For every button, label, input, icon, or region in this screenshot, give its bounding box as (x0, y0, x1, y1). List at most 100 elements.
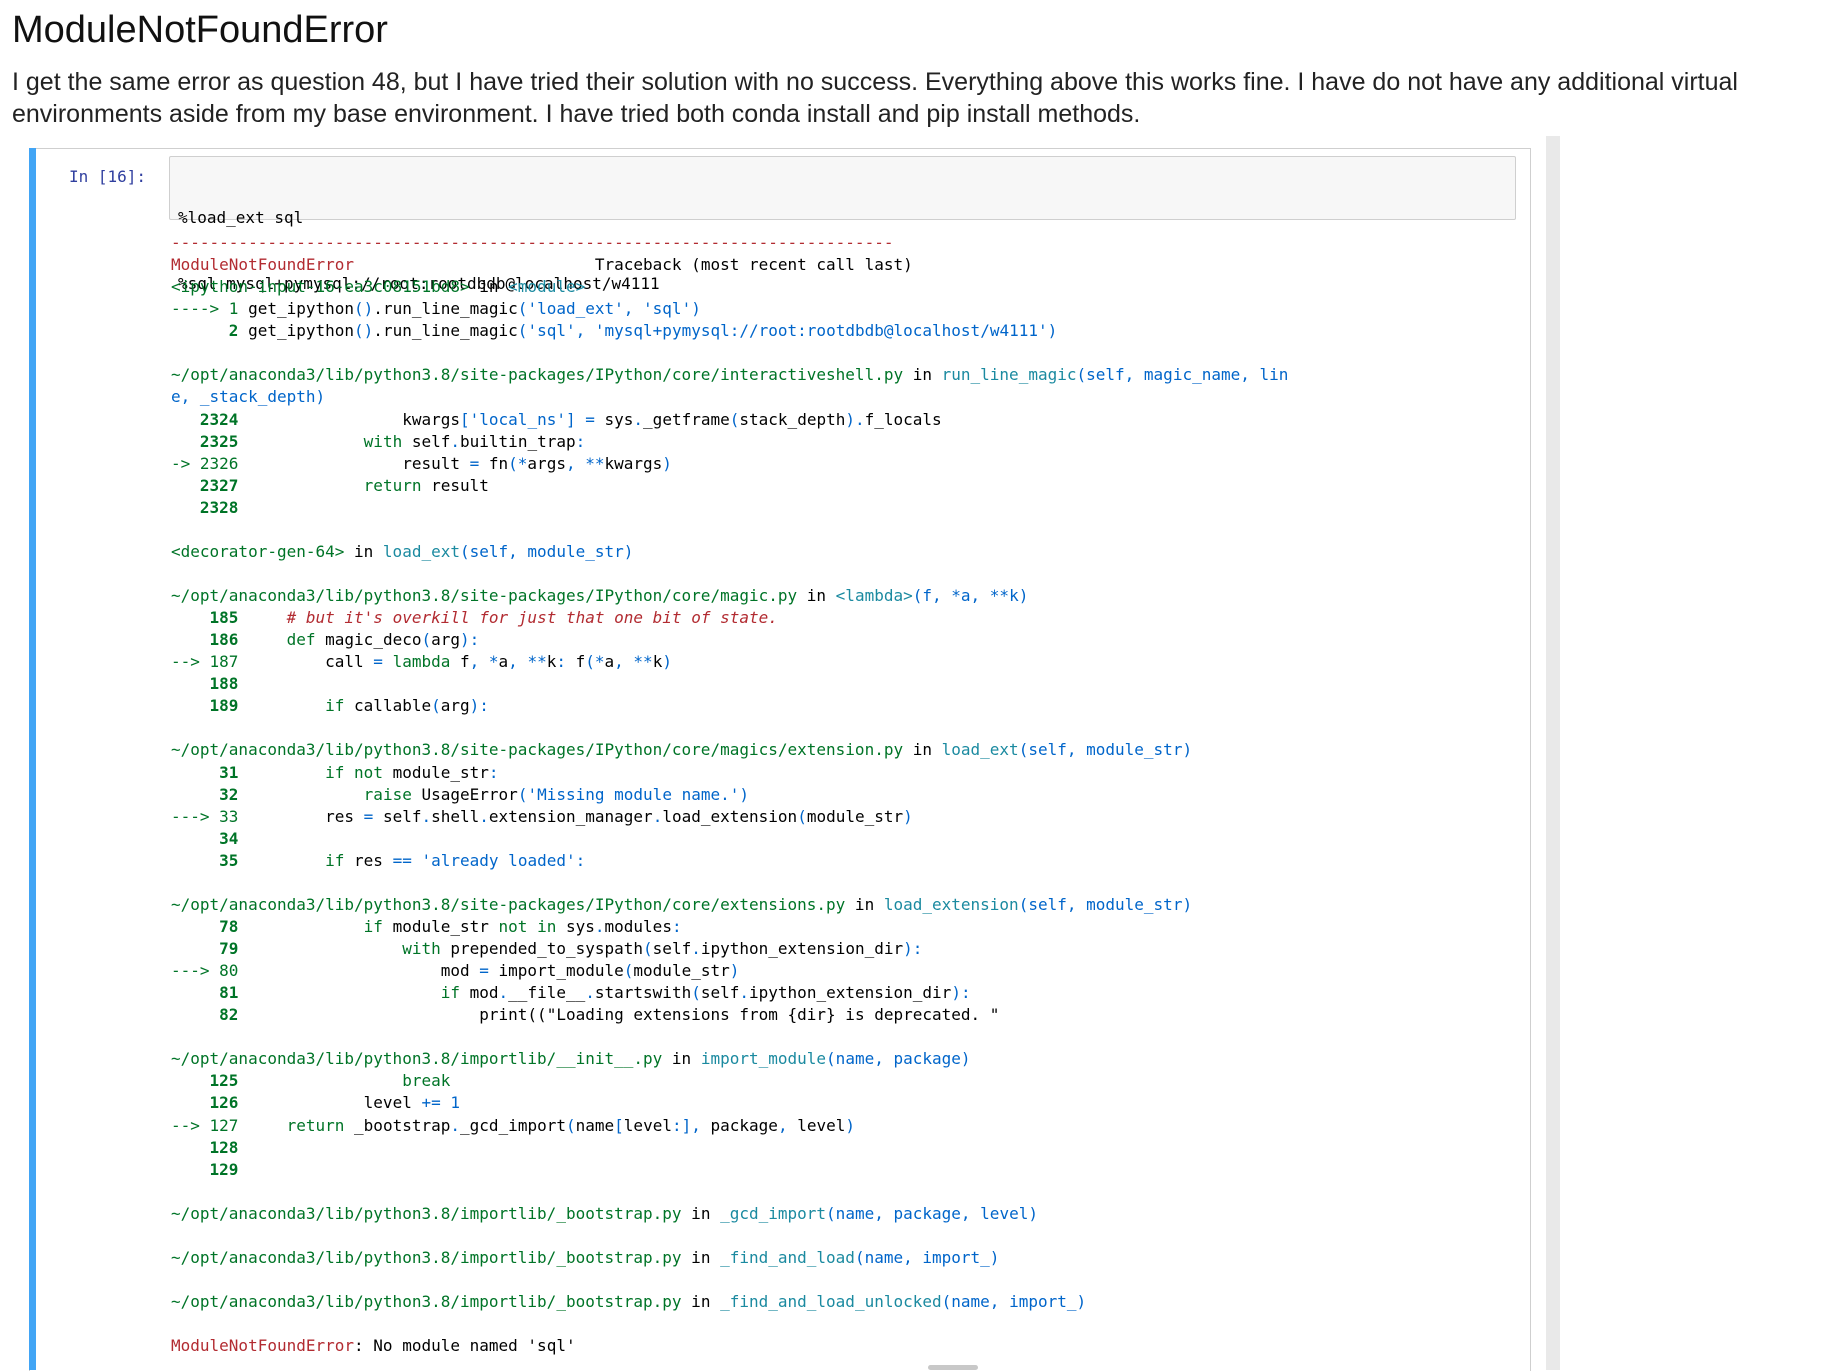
traceback-line: <decorator-gen-64> in load_ext(self, mod… (171, 541, 1511, 563)
traceback-segment: not (354, 762, 383, 782)
traceback-segment: in (845, 894, 884, 914)
traceback-segment: ---> 33 (171, 806, 239, 826)
traceback-segment: ): (903, 939, 923, 958)
traceback-segment: = (479, 961, 499, 981)
traceback-line: --> 127 return _bootstrap._gcd_import(na… (171, 1115, 1511, 1137)
traceback-segment: . (450, 1115, 461, 1135)
traceback-segment: ipython_extension_dir (700, 939, 904, 958)
traceback-line: 125 break (171, 1070, 1511, 1092)
traceback-segment: . (498, 983, 509, 1003)
traceback-line: 2324 kwargs['local_ns'] = sys._getframe(… (171, 409, 1511, 431)
traceback-line: 32 raise UsageError('Missing module name… (171, 784, 1511, 806)
traceback-segment: 186 (171, 630, 239, 650)
traceback-segment: 128 (171, 1137, 239, 1157)
traceback-segment (238, 939, 402, 958)
traceback-segment: ~/opt/anaconda3/lib/python3.8/site-packa… (171, 365, 904, 385)
traceback-segment: name (575, 1115, 615, 1135)
traceback-segment: not (498, 916, 528, 936)
traceback-segment: package (710, 1115, 778, 1135)
traceback-segment: <ipython-input-16-ea3c08151bd8> (171, 277, 470, 297)
traceback-segment: 126 (171, 1093, 239, 1113)
traceback-line (171, 872, 1511, 894)
traceback-line: 34 (171, 828, 1511, 850)
traceback-segment: level (797, 1115, 846, 1135)
traceback-segment: (self, module_str) (459, 541, 634, 561)
traceback-segment: --> 187 (171, 652, 239, 672)
traceback-segment: ( (431, 696, 441, 716)
traceback-segment: if (325, 762, 345, 782)
traceback-segment: self (402, 431, 451, 451)
traceback-segment: 'already loaded' (421, 850, 576, 870)
traceback-segment: , * (469, 652, 499, 672)
traceback-segment: args (527, 453, 566, 473)
traceback-segment: <module> (508, 277, 586, 297)
traceback-segment: ( (517, 321, 528, 341)
traceback-segment: <lambda> (835, 586, 913, 605)
traceback-line (171, 1269, 1511, 1291)
traceback-line: 129 (171, 1159, 1511, 1181)
traceback-segment: (self, magic_name, lin (1076, 365, 1289, 385)
traceback-line: 35 if res == 'already loaded': (171, 850, 1511, 872)
traceback-segment: if (325, 850, 345, 870)
traceback-segment: ( (729, 409, 740, 429)
traceback-segment: callable (344, 696, 432, 716)
traceback-segment: stack_depth (739, 409, 846, 429)
traceback-segment: , (575, 321, 595, 341)
traceback-segment: (f, *a, **k) (912, 586, 1029, 605)
post-title: ModuleNotFoundError (12, 9, 388, 51)
post-body: I get the same error as question 48, but… (12, 68, 1738, 128)
traceback-segment (238, 432, 363, 451)
traceback-segment: ] = (565, 409, 605, 429)
traceback-segment: startswith (594, 983, 692, 1003)
traceback-segment: 1 (450, 1093, 461, 1113)
traceback-segment: () (354, 321, 374, 341)
traceback-segment (238, 476, 363, 495)
traceback-segment (238, 1071, 402, 1090)
traceback-line: ----------------------------------------… (171, 232, 1511, 254)
traceback-segment: ~/opt/anaconda3/lib/python3.8/importlib/… (171, 1247, 682, 1267)
traceback-segment: ) (662, 453, 672, 473)
horizontal-scrollbar-thumb[interactable] (928, 1365, 978, 1370)
traceback-segment: in (344, 541, 383, 561)
traceback-segment: result (421, 475, 489, 495)
traceback-segment: ~/opt/anaconda3/lib/python3.8/site-packa… (171, 740, 904, 760)
traceback-segment: k (546, 652, 557, 672)
traceback-segment: : (488, 762, 499, 782)
traceback-segment (238, 983, 440, 1002)
traceback-segment: 'sql' (527, 321, 576, 341)
traceback-segment: f (450, 652, 470, 672)
traceback-segment: __file__ (508, 983, 586, 1003)
traceback-segment (238, 630, 286, 649)
traceback-segment: with (363, 431, 403, 451)
traceback-segment: if (363, 916, 383, 936)
traceback-segment: _gcd_import (460, 1115, 566, 1135)
traceback-segment: # but it's overkill for just that one bi… (286, 608, 778, 628)
traceback-segment: in (797, 586, 836, 605)
traceback-segment: ----------------------------------------… (171, 233, 894, 252)
traceback-segment: fn (488, 453, 509, 473)
traceback-line: ~/opt/anaconda3/lib/python3.8/site-packa… (171, 894, 1511, 916)
traceback-segment: ): (460, 630, 480, 650)
traceback-segment: . (585, 983, 595, 1003)
traceback-line: 82 print(("Loading extensions from {dir}… (171, 1004, 1511, 1026)
traceback-segment: _find_and_load (720, 1247, 855, 1267)
traceback-segment: 185 (171, 608, 239, 628)
traceback-segment: _gcd_import (720, 1203, 827, 1223)
traceback-segment: in (681, 1203, 721, 1223)
traceback-segment: 188 (171, 674, 239, 694)
traceback-segment: 32 (171, 784, 239, 804)
traceback-segment: 35 (171, 850, 239, 870)
cell-input-area[interactable]: %load_ext sql %sql mysql+pymysql://root:… (169, 156, 1516, 293)
traceback-segment: ) (662, 652, 672, 672)
traceback-segment: : (556, 652, 576, 672)
traceback-line: ---> 33 res = self.shell.extension_manag… (171, 806, 1511, 828)
traceback-segment: with (402, 939, 441, 958)
traceback-segment: e, _stack_depth) (171, 387, 326, 407)
traceback-segment: magic_deco (315, 630, 422, 650)
traceback-segment (238, 763, 325, 782)
traceback-segment: in (681, 1292, 721, 1311)
traceback-segment: return (363, 475, 422, 495)
traceback-line: 81 if mod.__file__.startswith(self.ipyth… (171, 982, 1511, 1004)
traceback-segment: = (373, 652, 393, 672)
traceback-segment: ( (797, 806, 807, 826)
